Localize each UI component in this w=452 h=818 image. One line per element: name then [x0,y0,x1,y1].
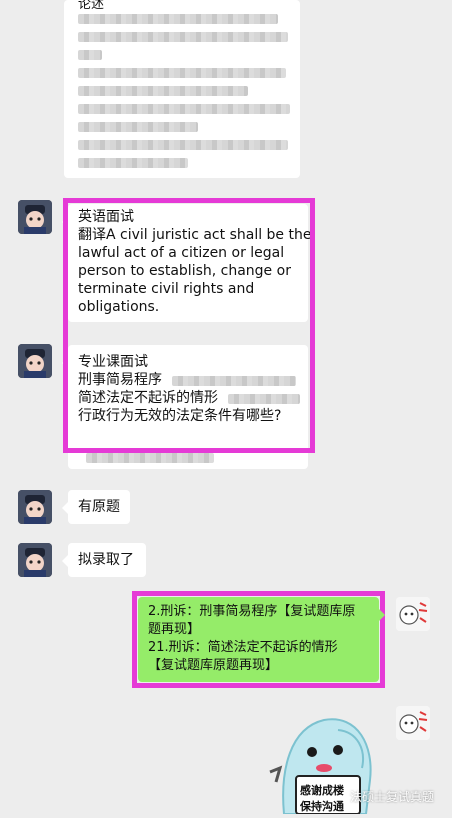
blurred-text [78,32,288,42]
my-message-bubble[interactable]: 2.刑诉：刑事简易程序【复试题库原 题再现】 21.刑诉：简述法定不起诉的情形 … [138,597,385,682]
message-bubble-original-question[interactable]: 有原题 [62,490,130,524]
blurred-text [78,140,288,150]
blurred-text [78,14,278,24]
highlight-frame [63,198,315,453]
contact-avatar[interactable] [18,490,52,524]
police-cat-avatar-icon [18,200,52,234]
sticker-caption: 感谢成楼 [300,784,344,797]
contact-avatar[interactable] [18,543,52,577]
blurred-text [78,158,188,168]
contact-avatar[interactable] [18,344,52,378]
blurred-text [86,453,214,463]
my-message-line: 【复试题库原题再现】 [148,658,279,673]
blurred-text [78,50,102,60]
police-cat-avatar-icon [18,490,52,524]
contact-avatar[interactable] [18,200,52,234]
blurred-text [78,104,290,114]
my-message-line: 2.刑诉：刑事简易程序【复试题库原 [148,604,356,619]
sticker-caption: 保持沟通 [300,800,344,813]
my-avatar[interactable] [396,597,430,631]
message-text: 拟录取了 [78,552,134,568]
my-avatar[interactable] [396,706,430,740]
message-bubble-admitted[interactable]: 拟录取了 [62,543,146,577]
cartoon-face-avatar-icon [396,706,430,740]
blurred-text [78,122,198,132]
blurred-text [78,86,248,96]
essay-message-bubble[interactable]: 论述 [64,0,300,178]
my-message-line: 题再现】 [148,622,201,637]
message-text: 有原题 [78,499,120,515]
police-cat-avatar-icon [18,543,52,577]
watermark: 法硕士复试真题 [350,790,435,804]
police-cat-avatar-icon [18,344,52,378]
my-message-line: 21.刑诉：简述法定不起诉的情形 [148,640,338,655]
essay-label: 论述 [78,0,105,12]
blurred-text [78,68,286,78]
cartoon-face-avatar-icon [396,597,430,631]
